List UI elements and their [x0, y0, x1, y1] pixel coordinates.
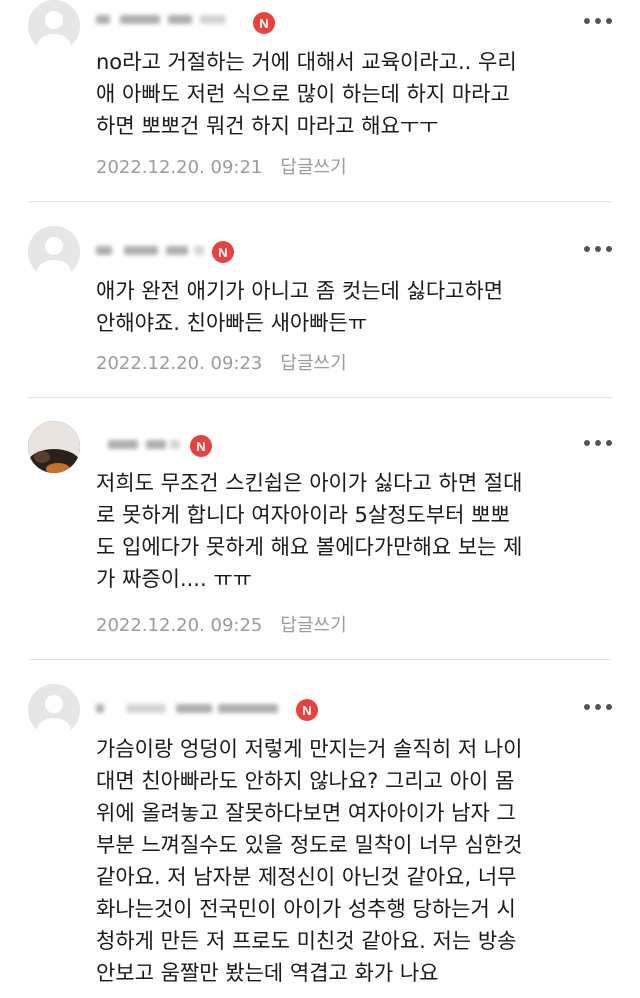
comment-text: no라고 거절하는 거에 대해서 교육이라고.. 우리 애 아빠도 저런 식으로… — [96, 50, 517, 138]
reply-button[interactable]: 답글쓰기 — [280, 353, 346, 374]
user-avatar[interactable] — [28, 421, 80, 473]
comment-meta: 2022.12.20. 09:25 답글쓰기 — [96, 611, 347, 637]
new-badge-icon: N — [190, 435, 212, 457]
divider — [28, 201, 612, 202]
comment-text: 애가 완전 애기가 아니고 좀 컷는데 싫다고하면 안해야죠. 친아빠든 새아빠… — [96, 279, 504, 335]
new-badge-icon: N — [296, 699, 318, 721]
blurred-username — [96, 698, 286, 720]
comment-meta: 2022.12.20. 09:23 답글쓰기 — [96, 349, 347, 375]
blurred-username — [96, 9, 236, 31]
new-badge-icon: N — [253, 12, 275, 34]
new-badge-icon: N — [212, 241, 234, 263]
divider — [28, 659, 612, 660]
default-avatar-icon[interactable] — [28, 226, 80, 278]
more-options-icon[interactable] — [584, 245, 612, 253]
reply-button[interactable]: 답글쓰기 — [280, 157, 346, 178]
comment-text: 저희도 무조건 스킨쉽은 아이가 싫다고 하면 절대 로 못하게 합니다 여자아… — [96, 471, 523, 591]
comment-date: 2022.12.20. 09:21 — [96, 157, 263, 178]
comment-text: 가슴이랑 엉덩이 저렇게 만지는거 솔직히 저 나이 대면 친아빠라도 안하지 … — [96, 737, 523, 985]
comment-date: 2022.12.20. 09:23 — [96, 353, 263, 374]
more-options-icon[interactable] — [584, 703, 612, 711]
default-avatar-icon[interactable] — [28, 0, 80, 52]
more-options-icon[interactable] — [584, 439, 612, 447]
reply-button[interactable]: 답글쓰기 — [280, 615, 346, 636]
blurred-username — [96, 434, 236, 456]
comment-date: 2022.12.20. 09:25 — [96, 615, 263, 636]
divider — [28, 397, 612, 398]
comment-meta: 2022.12.20. 09:21 답글쓰기 — [96, 153, 347, 179]
default-avatar-icon[interactable] — [28, 684, 80, 736]
more-options-icon[interactable] — [584, 17, 612, 25]
